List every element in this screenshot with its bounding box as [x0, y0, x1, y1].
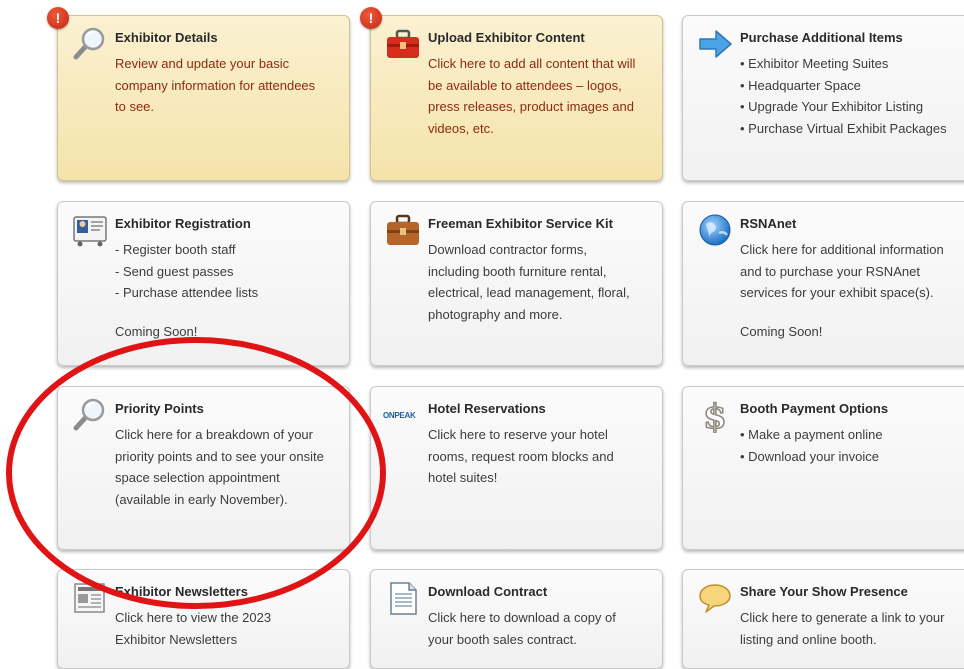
- card-rsnanet[interactable]: RSNAnet Click here for additional informa…: [682, 201, 964, 366]
- card-description: • Make a payment online • Download your i…: [740, 424, 964, 467]
- card-description-line: Click here to view the 2023: [115, 610, 272, 625]
- globe-icon: [697, 212, 733, 248]
- card-title: Exhibitor Newsletters: [115, 584, 248, 599]
- dollar-sign-icon: $: [697, 396, 733, 438]
- card-description-line: be available to attendees – logos,: [428, 77, 622, 93]
- card-description: Click here to generate a link to your lis…: [740, 607, 964, 650]
- card-priority-points[interactable]: Priority Points Click here for a breakdow…: [57, 386, 350, 550]
- card-title: Booth Payment Options: [740, 401, 889, 416]
- card-hotel-reservations[interactable]: ONPEAK Hotel Reservations Click here to re…: [370, 386, 663, 550]
- onpeak-logo-icon: ONPEAK: [383, 405, 419, 421]
- card-description-line: • Exhibitor Meeting Suites: [740, 56, 889, 71]
- card-description: Review and update your basic company info…: [115, 53, 345, 118]
- card-description-line: and to purchase your RSNAnet: [740, 263, 920, 279]
- card-description-line: (available in early November).: [115, 491, 288, 507]
- card-description-line: Click here for a breakdown of your: [115, 427, 313, 442]
- card-description-line: Click here to add all content that will: [428, 56, 636, 71]
- card-description: Click here to download a copy of your boo…: [428, 607, 658, 650]
- card-description-line: Click here for additional information: [740, 242, 944, 257]
- newspaper-icon: [72, 580, 108, 616]
- card-share-your-show-presence[interactable]: Share Your Show Presence Click here to ge…: [682, 569, 964, 669]
- document-icon: [385, 580, 421, 616]
- alert-badge-icon: !: [47, 7, 69, 29]
- card-title: Upload Exhibitor Content: [428, 30, 585, 45]
- coming-soon-note: Coming Soon!: [740, 323, 823, 339]
- card-booth-payment-options[interactable]: $ Booth Payment Options • Make a payment o…: [682, 386, 964, 550]
- card-description: Click here for additional information and…: [740, 239, 964, 342]
- magnifier-icon: [72, 26, 108, 62]
- onpeak-logo-text: ONPEAK: [383, 411, 416, 420]
- card-title: Freeman Exhibitor Service Kit: [428, 216, 613, 231]
- card-description-line: company information for attendees: [115, 77, 316, 93]
- card-description: Click here to add all content that will b…: [428, 53, 658, 139]
- card-description-line: Click here to download a copy of: [428, 610, 616, 625]
- card-description-line: • Upgrade Your Exhibitor Listing: [740, 99, 924, 114]
- magnifier-icon: [72, 397, 108, 433]
- card-title: Exhibitor Registration: [115, 216, 251, 231]
- card-description-line: hotel suites!: [428, 470, 498, 485]
- svg-text:$: $: [703, 397, 727, 433]
- card-description-line: - Register booth staff: [115, 242, 236, 257]
- card-title: Download Contract: [428, 584, 548, 599]
- alert-badge-icon: !: [360, 7, 382, 29]
- brown-briefcase-icon: [385, 212, 421, 248]
- card-exhibitor-details[interactable]: Exhibitor Details Review and update your …: [57, 15, 350, 181]
- card-description-line: Click here to generate a link to your: [740, 610, 945, 625]
- coming-soon-note: Coming Soon!: [115, 323, 198, 339]
- card-freeman-exhibitor-service-kit[interactable]: Freeman Exhibitor Service Kit Download co…: [370, 201, 663, 366]
- card-title: RSNAnet: [740, 216, 797, 231]
- card-upload-exhibitor-content[interactable]: Upload Exhibitor Content Click here to ad…: [370, 15, 663, 181]
- card-description-line: - Send guest passes: [115, 263, 234, 279]
- card-description: - Register booth staff - Send guest passe…: [115, 239, 345, 342]
- card-description: Download contractor forms, including boot…: [428, 239, 658, 325]
- card-description-line: press releases, product images and: [428, 99, 634, 114]
- card-title: Exhibitor Details: [115, 30, 218, 45]
- card-description-line: electrical, lead management, floral,: [428, 285, 630, 300]
- card-description: • Exhibitor Meeting Suites • Headquarter …: [740, 53, 964, 139]
- card-description: Click here to view the 2023 Exhibitor New…: [115, 607, 345, 650]
- speech-bubble-icon: [697, 580, 733, 616]
- card-title: Share Your Show Presence: [740, 584, 908, 599]
- card-description-line: • Headquarter Space: [740, 77, 861, 93]
- card-purchase-additional-items[interactable]: Purchase Additional Items • Exhibitor Mee…: [682, 15, 964, 181]
- card-description: Click here to reserve your hotel rooms, r…: [428, 424, 658, 489]
- card-title: Purchase Additional Items: [740, 30, 903, 45]
- card-description-line: photography and more.: [428, 306, 563, 322]
- card-description-line: space selection appointment: [115, 470, 280, 485]
- card-description-line: services for your exhibit space(s).: [740, 285, 934, 300]
- card-description-line: • Purchase Virtual Exhibit Packages: [740, 120, 947, 136]
- card-exhibitor-registration[interactable]: Exhibitor Registration - Register booth s…: [57, 201, 350, 366]
- card-description-line: priority points and to see your onsite: [115, 448, 324, 464]
- card-description-line: including booth furniture rental,: [428, 263, 607, 279]
- card-download-contract[interactable]: Download Contract Click here to download …: [370, 569, 663, 669]
- card-description-line: to see.: [115, 99, 155, 114]
- card-description-line: videos, etc.: [428, 120, 494, 136]
- card-description-line: Click here to reserve your hotel: [428, 427, 608, 442]
- card-description: Click here for a breakdown of your priori…: [115, 424, 345, 510]
- card-description-line: Review and update your basic: [115, 56, 290, 71]
- id-badge-icon: [72, 212, 108, 248]
- card-title: Priority Points: [115, 401, 204, 416]
- card-description-line: rooms, request room blocks and: [428, 448, 614, 464]
- card-description-line: - Purchase attendee lists: [115, 285, 259, 300]
- card-exhibitor-newsletters[interactable]: Exhibitor Newsletters Click here to view …: [57, 569, 350, 669]
- card-title: Hotel Reservations: [428, 401, 546, 416]
- card-description-line: • Make a payment online: [740, 427, 883, 442]
- card-description-line: • Download your invoice: [740, 448, 879, 464]
- red-briefcase-icon: [385, 26, 421, 62]
- blue-arrow-icon: [697, 26, 733, 62]
- card-description-line: Download contractor forms,: [428, 242, 587, 257]
